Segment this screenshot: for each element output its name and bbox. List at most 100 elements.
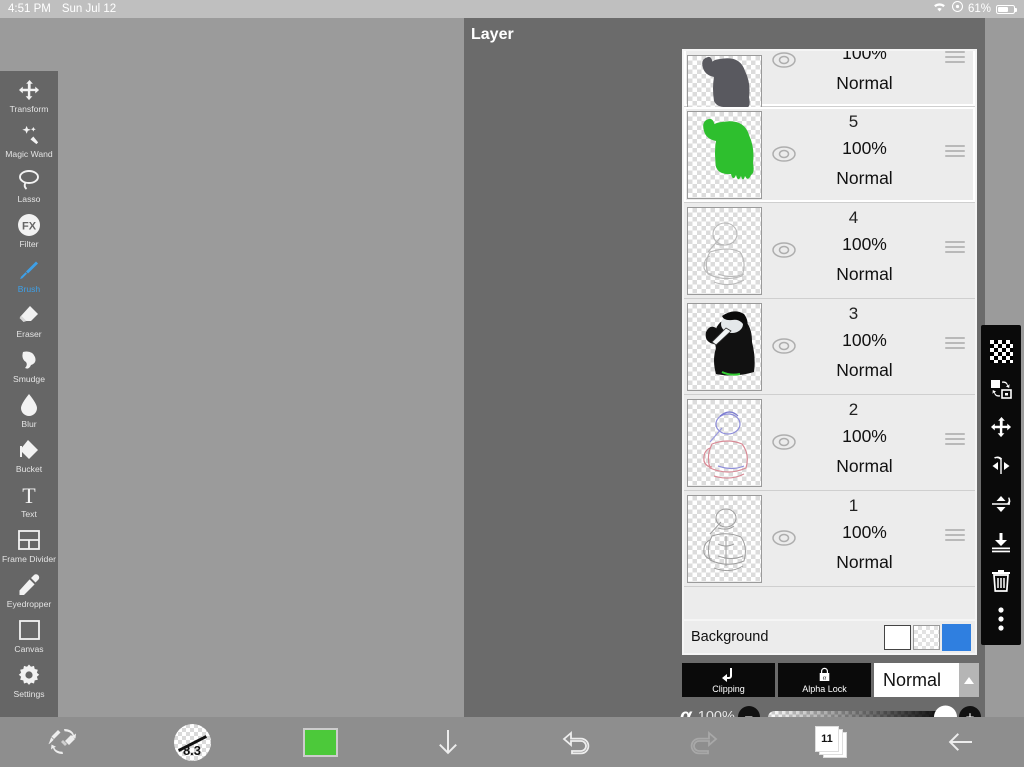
layer-number: 3 [848,304,859,323]
background-swatch-white[interactable] [884,624,911,650]
move-button[interactable] [981,409,1021,447]
layer-drag-handle[interactable] [945,51,965,65]
color-picker-button[interactable] [256,717,384,767]
paint-bucket-icon [17,437,41,463]
current-color-swatch[interactable] [302,727,338,757]
thumbnail-green-blob [703,118,754,180]
layer-list[interactable]: 100% Normal 5 100% Normal 4 100% Normal … [682,49,977,621]
delete-layer-button[interactable] [981,562,1021,600]
background-swatches[interactable] [884,623,971,651]
tool-brush[interactable]: Brush [0,257,58,302]
layer-sheet-front: 11 [815,726,839,752]
layer-opacity[interactable]: 100% [794,522,935,543]
layer-blend-mode[interactable]: Normal [794,552,935,573]
status-bar-left: 4:51 PM Sun Jul 12 [0,0,116,18]
layer-opacity[interactable]: 100% [794,138,935,159]
background-label: Background [691,629,769,645]
layer-thumbnail[interactable] [687,111,762,199]
tool-frame-divider[interactable]: Frame Divider [0,527,58,572]
swap-brush-eraser-button[interactable] [0,717,128,767]
download-button[interactable] [384,717,512,767]
transparency-button[interactable] [981,332,1021,370]
background-swatch-transparent-dark[interactable] [942,623,971,651]
eraser-icon [17,302,41,328]
thumbnail-sketch-lineart [703,222,745,286]
swap-layers-button[interactable] [981,370,1021,408]
layer-count-indicator[interactable]: 11 [815,726,849,758]
layer-number: 2 [848,400,859,419]
tool-eyedropper[interactable]: Eyedropper [0,572,58,617]
droplet-icon [19,392,39,418]
layer-actions-bar[interactable]: Clipping α Alpha Lock Normal [682,663,979,697]
right-tool-rail[interactable] [981,325,1021,645]
layer-row[interactable]: 5 100% Normal [684,107,975,203]
lasso-icon [17,167,41,193]
tool-label: Smudge [12,374,45,384]
eyedropper-icon [17,572,41,598]
alpha-lock-button[interactable]: α Alpha Lock [778,663,871,697]
flip-vertical-button[interactable] [981,485,1021,523]
left-tool-rail[interactable]: Transform Magic Wand Lasso FX Filter Bru… [0,71,58,717]
brush-size-button[interactable]: 8.3 [128,717,256,767]
tool-canvas[interactable]: Canvas [0,617,58,662]
layers-button[interactable]: 11 [768,717,896,767]
redo-button[interactable] [640,717,768,767]
layer-thumbnail[interactable] [687,207,762,295]
brush-size-indicator[interactable]: 8.3 [173,723,211,761]
merge-down-button[interactable] [981,523,1021,561]
layer-drag-handle[interactable] [945,337,965,351]
tool-text[interactable]: T Text [0,482,58,527]
layer-drag-handle[interactable] [945,433,965,447]
rotation-lock-icon [951,0,964,18]
alpha-lock-icon: α [819,667,830,681]
background-row[interactable]: Background [682,621,977,655]
layer-drag-handle[interactable] [945,241,965,255]
chevron-down-icon[interactable] [959,663,979,697]
move-arrows-icon [18,77,41,103]
tool-magic-wand[interactable]: Magic Wand [0,122,58,167]
undo-button[interactable] [512,717,640,767]
layer-row[interactable]: 4 100% Normal [684,203,975,299]
tool-eraser[interactable]: Eraser [0,302,58,347]
fx-icon: FX [17,212,41,238]
blend-mode-value: Normal [883,669,942,690]
background-swatch-transparent-light[interactable] [913,624,940,650]
flip-horizontal-button[interactable] [981,447,1021,485]
layer-drag-handle[interactable] [945,529,965,543]
layer-opacity[interactable]: 100% [794,330,935,351]
tool-smudge[interactable]: Smudge [0,347,58,392]
tool-transform[interactable]: Transform [0,77,58,122]
layer-thumbnail[interactable] [687,495,762,583]
layer-opacity[interactable]: 100% [794,234,935,255]
layer-thumbnail[interactable] [687,399,762,487]
layer-blend-mode[interactable]: Normal [794,264,935,285]
clipping-button[interactable]: Clipping [682,663,775,697]
tool-bucket[interactable]: Bucket [0,437,58,482]
layer-thumbnail[interactable] [687,303,762,391]
status-time: 4:51 PM [8,3,51,15]
checkerboard-icon [989,339,1013,363]
layer-opacity[interactable]: 100% [794,51,935,64]
tool-blur[interactable]: Blur [0,392,58,437]
bottom-toolbar[interactable]: 8.3 11 [0,717,1024,767]
layer-blend-mode[interactable]: Normal [794,168,935,189]
layer-blend-mode[interactable]: Normal [794,360,935,381]
layer-opacity[interactable]: 100% [794,426,935,447]
layer-row[interactable]: 100% Normal [684,51,975,123]
back-button[interactable] [896,717,1024,767]
tool-filter[interactable]: FX Filter [0,212,58,257]
layer-row[interactable]: 3 100% Normal [684,299,975,395]
status-bar-right: 61% [932,0,1024,18]
layer-row[interactable]: 2 100% Normal [684,395,975,491]
layer-blend-mode[interactable]: Normal [794,73,935,94]
tool-lasso[interactable]: Lasso [0,167,58,212]
flip-vertical-icon [992,496,1011,513]
smudge-icon [17,347,41,373]
layer-row[interactable]: 1 100% Normal [684,491,975,587]
blend-mode-select[interactable]: Normal [874,663,979,697]
layer-blend-mode[interactable]: Normal [794,456,935,477]
brush-size-value: 8.3 [182,742,202,758]
tool-settings[interactable]: Settings [0,662,58,707]
layer-drag-handle[interactable] [945,145,965,159]
more-options-button[interactable] [981,600,1021,638]
